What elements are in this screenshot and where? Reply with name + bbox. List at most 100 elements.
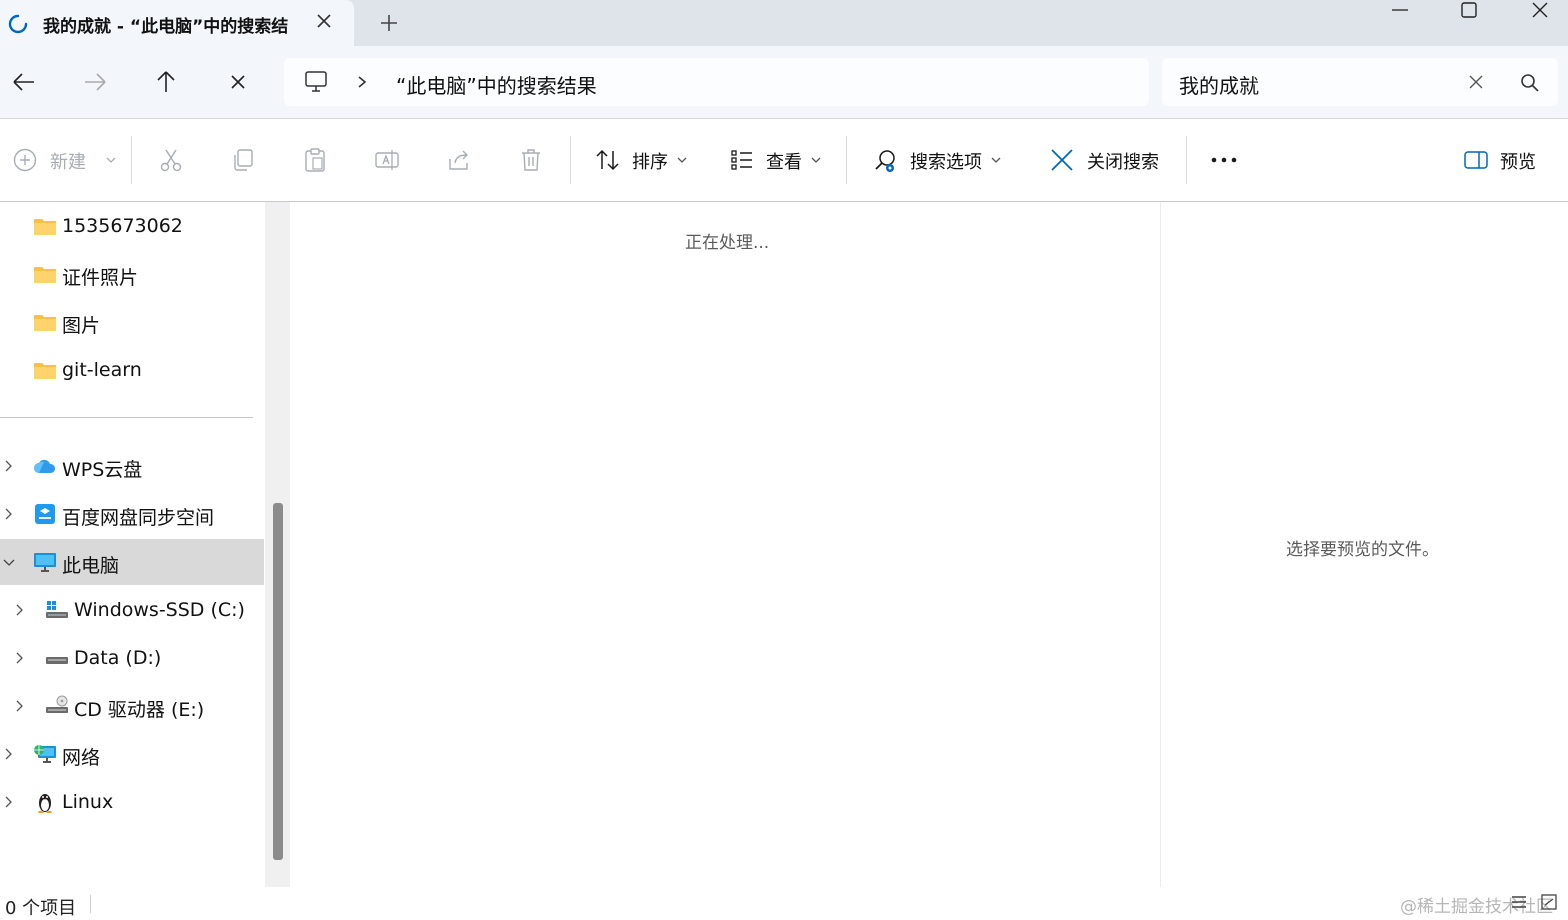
plus-circle-icon bbox=[13, 148, 37, 172]
tab-title: 我的成就 - “此电脑”中的搜索结 bbox=[43, 17, 289, 37]
chevron-right-icon[interactable] bbox=[13, 602, 27, 618]
maximize-icon[interactable] bbox=[1439, 0, 1499, 30]
up-icon[interactable] bbox=[146, 62, 186, 102]
chevron-down-icon bbox=[106, 157, 116, 163]
tab-close-icon[interactable] bbox=[312, 9, 336, 33]
close-icon bbox=[1051, 149, 1073, 171]
folder-label: 图片 bbox=[62, 315, 101, 337]
quick-access-folder[interactable]: 图片 bbox=[0, 299, 264, 345]
file-list[interactable] bbox=[291, 202, 1159, 887]
close-search-label: 关闭搜索 bbox=[1087, 152, 1159, 173]
sidebar-item-drive-e[interactable]: CD 驱动器 (E:) bbox=[0, 683, 264, 729]
status-divider bbox=[90, 895, 91, 913]
chevron-right-icon[interactable] bbox=[2, 506, 16, 522]
monitor-icon[interactable] bbox=[304, 70, 328, 94]
preview-label: 预览 bbox=[1500, 152, 1536, 173]
folder-label: git-learn bbox=[62, 359, 142, 381]
chevron-right-icon[interactable] bbox=[13, 650, 27, 666]
item-count: 0 个项目 bbox=[5, 898, 77, 919]
new-label: 新建 bbox=[50, 152, 86, 173]
search-icon[interactable] bbox=[1519, 72, 1541, 94]
preview-pane-icon bbox=[1464, 151, 1488, 169]
sidebar-divider bbox=[0, 417, 253, 418]
chevron-down-icon bbox=[677, 157, 687, 163]
sidebar-item-drive-d[interactable]: Data (D:) bbox=[0, 635, 264, 681]
tiles-view-icon[interactable] bbox=[1540, 893, 1558, 911]
sidebar-item-network[interactable]: 网络 bbox=[0, 731, 264, 777]
sidebar-item-label: 此电脑 bbox=[62, 555, 120, 577]
quick-access-folder[interactable]: 1535673062 bbox=[0, 203, 264, 249]
sidebar-item-drive-c[interactable]: Windows-SSD (C:) bbox=[0, 587, 264, 633]
loading-spinner-icon bbox=[8, 14, 28, 34]
preview-button[interactable]: 预览 bbox=[1463, 146, 1543, 174]
view-list-icon bbox=[731, 150, 752, 170]
folder-label: 证件照片 bbox=[62, 267, 139, 289]
details-view-icon[interactable] bbox=[1510, 893, 1528, 911]
view-label: 查看 bbox=[766, 152, 802, 173]
sidebar-item-label: CD 驱动器 (E:) bbox=[74, 699, 205, 721]
clear-search-icon[interactable] bbox=[1466, 72, 1486, 92]
quick-access-folder[interactable]: git-learn bbox=[0, 347, 264, 393]
sidebar-item-label: Linux bbox=[62, 791, 114, 813]
sidebar-item-baidu-netdisk[interactable]: 百度网盘同步空间 bbox=[0, 491, 264, 537]
toolbar-divider bbox=[846, 136, 847, 184]
sidebar-item-label: WPS云盘 bbox=[62, 459, 143, 481]
new-button[interactable]: 新建 bbox=[12, 146, 122, 174]
search-options-button[interactable]: 搜索选项 bbox=[872, 146, 1007, 174]
rename-icon[interactable] bbox=[373, 146, 401, 174]
watermark: @稀土掘金技术社区 bbox=[1400, 897, 1553, 917]
preview-hint: 选择要预览的文件。 bbox=[1286, 540, 1439, 560]
cloud-icon bbox=[34, 459, 56, 473]
forward-icon[interactable] bbox=[75, 62, 115, 102]
sidebar-item-linux[interactable]: Linux bbox=[0, 779, 264, 825]
delete-icon[interactable] bbox=[517, 146, 545, 174]
sidebar-item-label: 网络 bbox=[62, 747, 101, 769]
quick-access-folder[interactable]: 证件照片 bbox=[0, 251, 264, 297]
network-icon bbox=[34, 745, 56, 763]
minimize-icon[interactable] bbox=[1370, 0, 1430, 30]
folder-icon bbox=[34, 219, 56, 235]
cut-icon[interactable] bbox=[157, 146, 185, 174]
chevron-right-icon[interactable] bbox=[354, 70, 370, 94]
paste-icon[interactable] bbox=[301, 146, 329, 174]
baidu-netdisk-icon bbox=[35, 504, 55, 524]
search-options-icon bbox=[875, 150, 895, 172]
toolbar-divider bbox=[570, 136, 571, 184]
search-options-label: 搜索选项 bbox=[910, 152, 982, 173]
chevron-right-icon[interactable] bbox=[2, 794, 16, 810]
windows-drive-icon bbox=[46, 601, 68, 618]
chevron-right-icon[interactable] bbox=[2, 746, 16, 762]
sidebar-scrollbar-thumb[interactable] bbox=[273, 503, 283, 860]
search-input[interactable]: 我的成就 bbox=[1179, 70, 1259, 99]
chevron-down-icon[interactable] bbox=[2, 554, 16, 570]
cd-drive-icon bbox=[46, 695, 68, 713]
more-options-icon[interactable] bbox=[1210, 150, 1238, 170]
sidebar-item-wps-cloud[interactable]: WPS云盘 bbox=[0, 443, 264, 489]
view-button[interactable]: 查看 bbox=[729, 146, 829, 174]
chevron-down-icon bbox=[811, 157, 821, 163]
sort-icon bbox=[596, 149, 619, 171]
chevron-right-icon[interactable] bbox=[2, 458, 16, 474]
sort-label: 排序 bbox=[632, 152, 668, 173]
breadcrumb[interactable]: “此电脑”中的搜索结果 bbox=[396, 70, 597, 99]
new-tab-icon[interactable] bbox=[376, 9, 402, 37]
close-search-button[interactable]: 关闭搜索 bbox=[1049, 146, 1169, 174]
folder-label: 1535673062 bbox=[62, 215, 183, 237]
folder-icon bbox=[34, 315, 56, 331]
toolbar-divider bbox=[1186, 136, 1187, 184]
sidebar-item-label: Data (D:) bbox=[74, 647, 162, 669]
share-icon[interactable] bbox=[445, 146, 473, 174]
sort-button[interactable]: 排序 bbox=[594, 146, 694, 174]
back-icon[interactable] bbox=[4, 62, 44, 102]
sidebar-item-this-pc[interactable]: 此电脑 bbox=[0, 539, 264, 585]
chevron-down-icon bbox=[991, 157, 1001, 163]
copy-icon[interactable] bbox=[229, 146, 257, 174]
stop-icon[interactable] bbox=[218, 62, 258, 102]
chevron-right-icon[interactable] bbox=[13, 698, 27, 714]
drive-icon bbox=[46, 657, 68, 664]
folder-icon bbox=[34, 267, 56, 283]
toolbar-divider bbox=[131, 136, 132, 184]
status-bar bbox=[0, 887, 1568, 919]
computer-icon bbox=[34, 553, 56, 572]
close-window-icon[interactable] bbox=[1510, 0, 1568, 30]
